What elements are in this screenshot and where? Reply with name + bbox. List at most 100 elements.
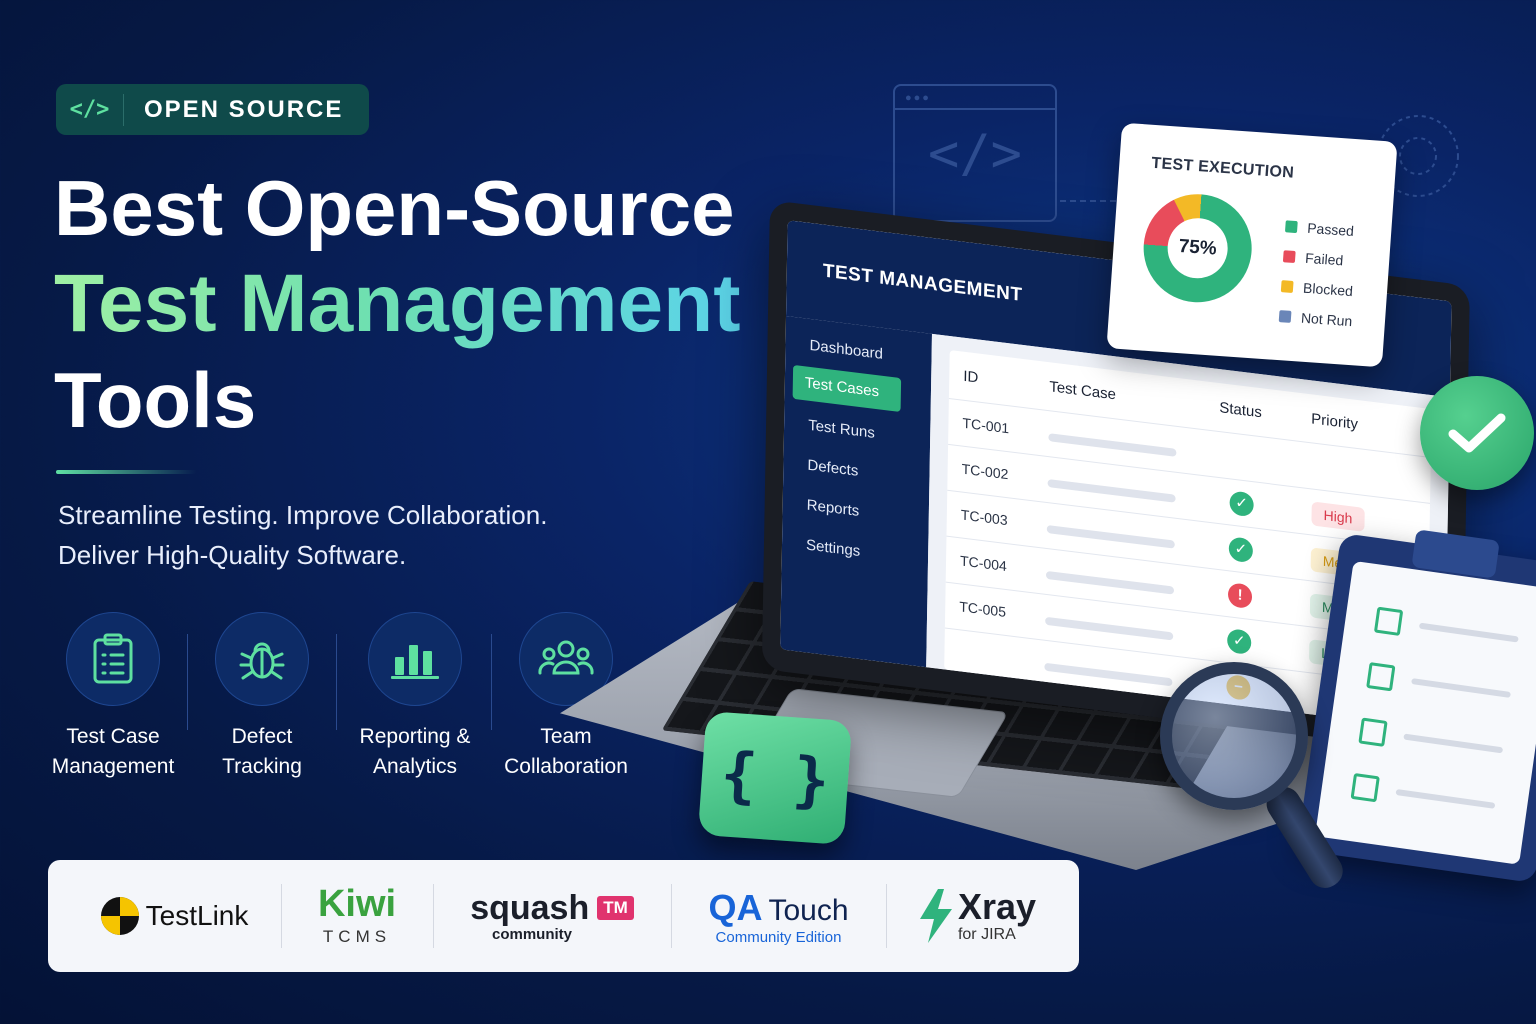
- feature-label-line-2: Management: [51, 755, 175, 778]
- status-passed-icon: ✓: [1229, 490, 1254, 518]
- tool-subtitle: TCMS: [322, 927, 392, 946]
- feature-test-case-management: Test Case Management: [38, 612, 188, 782]
- row-title-placeholder: [1048, 433, 1177, 457]
- checkbox-icon: [1350, 772, 1380, 803]
- row-id: TC-004: [959, 552, 1007, 575]
- test-execution-card: TEST EXECUTION 75% Passed Failed Blocked…: [1106, 122, 1398, 368]
- legend-swatch: [1282, 250, 1296, 264]
- browser-code-icon: ●●● </>: [893, 84, 1057, 222]
- curly-braces-icon: { }: [697, 711, 853, 845]
- legend-label: Passed: [1306, 219, 1355, 240]
- nav-item-reports[interactable]: Reports: [807, 497, 860, 520]
- clipboard-list-icon: [66, 612, 160, 706]
- priority-badge: High: [1311, 501, 1365, 532]
- checkmark-icon: [1420, 376, 1534, 490]
- badge-label: OPEN SOURCE: [144, 95, 344, 123]
- tool-subtitle: for JIRA: [957, 926, 1016, 943]
- row-title-placeholder: [1045, 616, 1174, 641]
- clipboard-paper: [1314, 560, 1536, 865]
- column-header-priority: Priority: [1311, 410, 1359, 434]
- row-title-placeholder: [1046, 524, 1175, 549]
- row-id: TC-003: [960, 506, 1008, 529]
- feature-reporting-analytics: Reporting & Analytics: [340, 612, 490, 782]
- dashed-connector: [1060, 200, 1116, 202]
- column-header-test-case: Test Case: [1049, 378, 1117, 404]
- testlink-logo-icon: [100, 897, 139, 935]
- legend-swatch: [1278, 310, 1292, 323]
- app-title: TEST MANAGEMENT: [822, 260, 1023, 306]
- feature-defect-tracking: Defect Tracking: [187, 612, 337, 782]
- tool-subtitle: community: [491, 925, 572, 943]
- row-title-placeholder: [1044, 662, 1173, 687]
- magnifier-icon: [1160, 662, 1308, 810]
- accent-divider: [56, 470, 196, 474]
- logo-kiwi-tcms[interactable]: Kiwi TCMS: [282, 860, 432, 972]
- checkbox-icon: [1358, 717, 1388, 747]
- column-header-id: ID: [963, 367, 979, 387]
- subtitle-line-2: Deliver High-Quality Software.: [58, 540, 407, 570]
- feature-label-line-2: Analytics: [372, 755, 458, 778]
- tools-logo-bar: TestLink Kiwi TCMS squash TM community Q…: [48, 860, 1079, 972]
- feature-label-line-1: Reporting &: [359, 725, 471, 748]
- row-id: TC-001: [962, 414, 1010, 437]
- tool-name: Kiwi: [317, 883, 397, 925]
- logo-qa-touch[interactable]: QA Touch Community Edition: [672, 860, 885, 972]
- checkbox-icon: [1366, 662, 1396, 692]
- row-id: TC-002: [961, 460, 1009, 483]
- tool-subtitle: Community Edition: [715, 928, 842, 946]
- row-id: TC-005: [959, 598, 1007, 620]
- legend-swatch: [1280, 280, 1294, 293]
- logo-squash-tm[interactable]: squash TM community: [434, 860, 670, 972]
- headline-line-2: Test Management: [54, 254, 741, 354]
- row-title-placeholder: [1045, 570, 1175, 595]
- checklist-line: [1395, 788, 1496, 809]
- app-sidebar: Dashboard Test Cases Test Runs Defects R…: [780, 315, 932, 668]
- nav-item-test-runs[interactable]: Test Runs: [808, 417, 875, 442]
- legend-label: Failed: [1304, 249, 1344, 269]
- tool-name-part1: QA: [708, 886, 763, 928]
- checkbox-icon: [1373, 606, 1404, 636]
- execution-title: TEST EXECUTION: [1150, 154, 1295, 182]
- row-title-placeholder: [1047, 479, 1176, 503]
- legend-not-run: Not Run: [1278, 308, 1353, 330]
- logo-testlink[interactable]: TestLink: [68, 860, 280, 972]
- headline-line-3: Tools: [54, 356, 257, 444]
- feature-label-line-1: Test Case: [66, 725, 160, 748]
- legend-blocked: Blocked: [1280, 278, 1354, 300]
- legend-failed: Failed: [1282, 248, 1344, 269]
- checklist-line: [1403, 733, 1504, 754]
- checklist-line: [1411, 678, 1511, 698]
- status-passed-icon: ✓: [1228, 536, 1254, 564]
- feature-label-line-2: Collaboration: [504, 755, 628, 778]
- status-passed-icon: ✓: [1227, 628, 1252, 656]
- bug-icon: [215, 612, 309, 706]
- open-source-badge: </> OPEN SOURCE: [56, 84, 369, 135]
- status-failed-icon: !: [1227, 582, 1253, 610]
- column-header-status: Status: [1219, 399, 1262, 422]
- headline-line-1: Best Open-Source: [54, 164, 735, 252]
- nav-item-dashboard[interactable]: Dashboard: [809, 337, 883, 363]
- legend-label: Blocked: [1302, 279, 1354, 300]
- tool-name: TestLink: [145, 900, 249, 931]
- nav-item-defects[interactable]: Defects: [807, 457, 858, 480]
- execution-percent: 75%: [1165, 216, 1230, 281]
- legend-swatch: [1284, 220, 1298, 234]
- execution-donut-chart: 75%: [1140, 190, 1256, 306]
- logo-xray[interactable]: Xray for JIRA: [887, 860, 1067, 972]
- tool-tag: TM: [597, 895, 634, 920]
- legend-label: Not Run: [1300, 309, 1353, 330]
- code-icon: </>: [56, 93, 124, 126]
- nav-item-settings[interactable]: Settings: [806, 536, 860, 560]
- feature-label-line-1: Defect: [231, 725, 293, 748]
- legend-passed: Passed: [1284, 218, 1355, 240]
- tool-name: Xray: [957, 886, 1037, 927]
- tool-name-part2: Touch: [768, 893, 849, 927]
- feature-label-line-2: Tracking: [222, 755, 302, 778]
- subtitle-line-1: Streamline Testing. Improve Collaboratio…: [58, 500, 548, 530]
- lightning-icon: [919, 889, 952, 943]
- nav-item-test-cases[interactable]: Test Cases: [792, 364, 902, 413]
- feature-divider: [336, 634, 337, 730]
- checklist-line: [1418, 622, 1519, 643]
- tool-name: squash: [470, 888, 590, 927]
- bar-chart-icon: [368, 612, 462, 706]
